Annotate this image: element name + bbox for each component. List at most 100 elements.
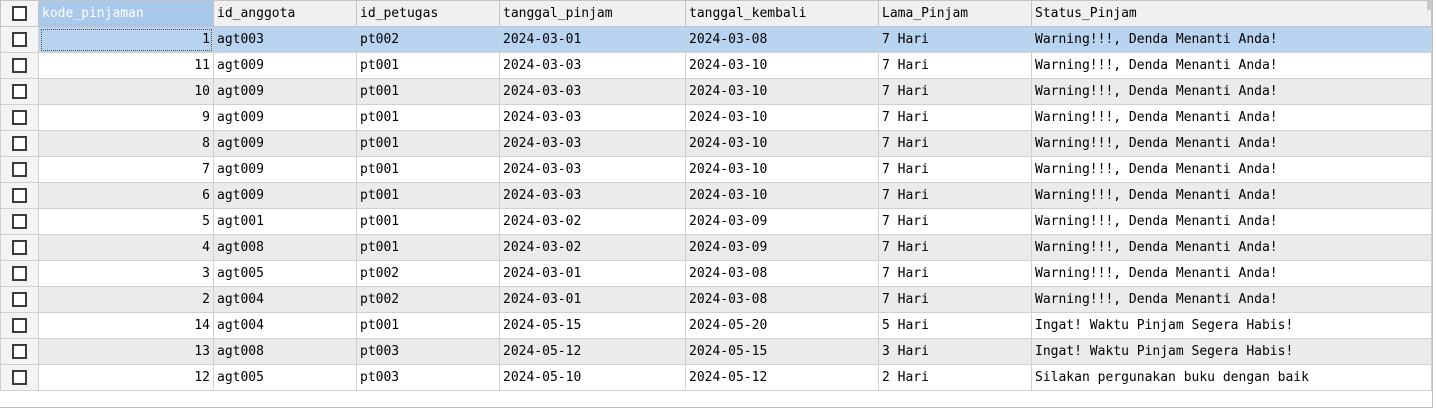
cell-id-petugas[interactable]: pt001 xyxy=(356,156,500,183)
column-header-id-petugas[interactable]: id_petugas xyxy=(356,0,500,27)
cell-id-anggota[interactable]: agt009 xyxy=(213,78,357,105)
table-row[interactable]: 13 agt008 pt003 2024-05-12 2024-05-15 3 Hari I… xyxy=(0,338,1432,365)
cell-status-pinjam[interactable]: Warning!!!, Denda Menanti Anda! xyxy=(1031,156,1432,183)
cell-kode-pinjaman[interactable]: 2 xyxy=(38,286,214,313)
cell-id-anggota[interactable]: agt009 xyxy=(213,182,357,209)
table-row[interactable]: 14 agt004 pt001 2024-05-15 2024-05-20 5 Hari I… xyxy=(0,312,1432,339)
cell-tanggal-kembali[interactable]: 2024-03-09 xyxy=(685,208,879,235)
cell-status-pinjam[interactable]: Warning!!!, Denda Menanti Anda! xyxy=(1031,260,1432,287)
cell-id-anggota[interactable]: agt008 xyxy=(213,338,357,365)
cell-id-anggota[interactable]: agt009 xyxy=(213,130,357,157)
column-header-kode-pinjaman[interactable]: kode_pinjaman xyxy=(38,0,214,27)
cell-id-anggota[interactable]: agt003 xyxy=(213,26,357,53)
cell-status-pinjam[interactable]: Warning!!!, Denda Menanti Anda! xyxy=(1031,130,1432,157)
cell-status-pinjam[interactable]: Silakan pergunakan buku dengan baik xyxy=(1031,364,1432,391)
cell-lama-pinjam[interactable]: 7 Hari xyxy=(878,286,1032,313)
table-row[interactable]: 7 agt009 pt001 2024-03-03 2024-03-10 7 Hari Wa… xyxy=(0,156,1432,183)
cell-lama-pinjam[interactable]: 7 Hari xyxy=(878,182,1032,209)
cell-kode-pinjaman[interactable]: 13 xyxy=(38,338,214,365)
cell-tanggal-pinjam[interactable]: 2024-03-01 xyxy=(499,286,686,313)
cell-tanggal-pinjam[interactable]: 2024-03-01 xyxy=(499,26,686,53)
cell-tanggal-pinjam[interactable]: 2024-03-01 xyxy=(499,260,686,287)
cell-tanggal-kembali[interactable]: 2024-03-10 xyxy=(685,156,879,183)
cell-lama-pinjam[interactable]: 7 Hari xyxy=(878,260,1032,287)
cell-id-petugas[interactable]: pt001 xyxy=(356,234,500,261)
row-checkbox[interactable] xyxy=(0,364,39,391)
cell-lama-pinjam[interactable]: 7 Hari xyxy=(878,208,1032,235)
cell-tanggal-kembali[interactable]: 2024-03-10 xyxy=(685,52,879,79)
cell-id-anggota[interactable]: agt009 xyxy=(213,156,357,183)
cell-tanggal-kembali[interactable]: 2024-03-08 xyxy=(685,260,879,287)
cell-tanggal-pinjam[interactable]: 2024-03-03 xyxy=(499,156,686,183)
cell-status-pinjam[interactable]: Warning!!!, Denda Menanti Anda! xyxy=(1031,286,1432,313)
cell-id-petugas[interactable]: pt001 xyxy=(356,312,500,339)
cell-id-anggota[interactable]: agt004 xyxy=(213,286,357,313)
cell-lama-pinjam[interactable]: 7 Hari xyxy=(878,52,1032,79)
cell-kode-pinjaman[interactable]: 4 xyxy=(38,234,214,261)
cell-kode-pinjaman[interactable]: 12 xyxy=(38,364,214,391)
row-checkbox[interactable] xyxy=(0,338,39,365)
cell-kode-pinjaman[interactable]: 3 xyxy=(38,260,214,287)
row-checkbox[interactable] xyxy=(0,234,39,261)
row-checkbox[interactable] xyxy=(0,52,39,79)
cell-lama-pinjam[interactable]: 3 Hari xyxy=(878,338,1032,365)
select-all-checkbox[interactable] xyxy=(0,0,39,27)
cell-tanggal-pinjam[interactable]: 2024-03-03 xyxy=(499,104,686,131)
cell-status-pinjam[interactable]: Warning!!!, Denda Menanti Anda! xyxy=(1031,78,1432,105)
cell-id-anggota[interactable]: agt009 xyxy=(213,104,357,131)
cell-tanggal-kembali[interactable]: 2024-05-20 xyxy=(685,312,879,339)
cell-id-petugas[interactable]: pt002 xyxy=(356,286,500,313)
cell-status-pinjam[interactable]: Warning!!!, Denda Menanti Anda! xyxy=(1031,26,1432,53)
cell-id-petugas[interactable]: pt003 xyxy=(356,338,500,365)
table-row[interactable]: 9 agt009 pt001 2024-03-03 2024-03-10 7 Hari Wa… xyxy=(0,104,1432,131)
cell-tanggal-kembali[interactable]: 2024-03-08 xyxy=(685,286,879,313)
cell-status-pinjam[interactable]: Warning!!!, Denda Menanti Anda! xyxy=(1031,52,1432,79)
cell-tanggal-kembali[interactable]: 2024-03-10 xyxy=(685,182,879,209)
row-checkbox[interactable] xyxy=(0,208,39,235)
cell-kode-pinjaman[interactable]: 5 xyxy=(38,208,214,235)
column-header-lama-pinjam[interactable]: Lama_Pinjam xyxy=(878,0,1032,27)
cell-tanggal-kembali[interactable]: 2024-05-12 xyxy=(685,364,879,391)
column-header-tanggal-pinjam[interactable]: tanggal_pinjam xyxy=(499,0,686,27)
table-row[interactable]: 1 agt003 pt002 2024-03-01 2024-03-08 7 Hari Wa… xyxy=(0,26,1432,53)
cell-kode-pinjaman[interactable]: 9 xyxy=(38,104,214,131)
cell-id-anggota[interactable]: agt008 xyxy=(213,234,357,261)
cell-id-petugas[interactable]: pt001 xyxy=(356,78,500,105)
cell-tanggal-pinjam[interactable]: 2024-03-03 xyxy=(499,182,686,209)
row-checkbox[interactable] xyxy=(0,312,39,339)
row-checkbox[interactable] xyxy=(0,182,39,209)
cell-tanggal-kembali[interactable]: 2024-03-08 xyxy=(685,26,879,53)
cell-status-pinjam[interactable]: Warning!!!, Denda Menanti Anda! xyxy=(1031,182,1432,209)
cell-tanggal-kembali[interactable]: 2024-03-10 xyxy=(685,130,879,157)
column-header-id-anggota[interactable]: id_anggota xyxy=(213,0,357,27)
cell-id-petugas[interactable]: pt003 xyxy=(356,364,500,391)
cell-kode-pinjaman[interactable]: 11 xyxy=(38,52,214,79)
cell-kode-pinjaman[interactable]: 14 xyxy=(38,312,214,339)
cell-id-petugas[interactable]: pt001 xyxy=(356,130,500,157)
cell-lama-pinjam[interactable]: 7 Hari xyxy=(878,26,1032,53)
table-row[interactable]: 4 agt008 pt001 2024-03-02 2024-03-09 7 Hari Wa… xyxy=(0,234,1432,261)
row-checkbox[interactable] xyxy=(0,156,39,183)
cell-id-petugas[interactable]: pt001 xyxy=(356,182,500,209)
cell-status-pinjam[interactable]: Ingat! Waktu Pinjam Segera Habis! xyxy=(1031,312,1432,339)
cell-lama-pinjam[interactable]: 7 Hari xyxy=(878,130,1032,157)
cell-tanggal-pinjam[interactable]: 2024-03-02 xyxy=(499,208,686,235)
cell-kode-pinjaman[interactable]: 7 xyxy=(38,156,214,183)
table-row[interactable]: 11 agt009 pt001 2024-03-03 2024-03-10 7 Hari W… xyxy=(0,52,1432,79)
row-checkbox[interactable] xyxy=(0,26,39,53)
cell-tanggal-pinjam[interactable]: 2024-05-10 xyxy=(499,364,686,391)
cell-tanggal-pinjam[interactable]: 2024-03-03 xyxy=(499,78,686,105)
table-row[interactable]: 8 agt009 pt001 2024-03-03 2024-03-10 7 Hari Wa… xyxy=(0,130,1432,157)
cell-tanggal-pinjam[interactable]: 2024-03-03 xyxy=(499,52,686,79)
cell-kode-pinjaman[interactable]: 10 xyxy=(38,78,214,105)
cell-lama-pinjam[interactable]: 7 Hari xyxy=(878,156,1032,183)
cell-tanggal-pinjam[interactable]: 2024-03-03 xyxy=(499,130,686,157)
cell-tanggal-kembali[interactable]: 2024-03-10 xyxy=(685,104,879,131)
cell-kode-pinjaman[interactable]: 1 xyxy=(38,26,214,53)
cell-tanggal-kembali[interactable]: 2024-05-15 xyxy=(685,338,879,365)
cell-lama-pinjam[interactable]: 7 Hari xyxy=(878,78,1032,105)
cell-id-petugas[interactable]: pt001 xyxy=(356,208,500,235)
cell-tanggal-kembali[interactable]: 2024-03-09 xyxy=(685,234,879,261)
cell-tanggal-pinjam[interactable]: 2024-03-02 xyxy=(499,234,686,261)
cell-status-pinjam[interactable]: Ingat! Waktu Pinjam Segera Habis! xyxy=(1031,338,1432,365)
